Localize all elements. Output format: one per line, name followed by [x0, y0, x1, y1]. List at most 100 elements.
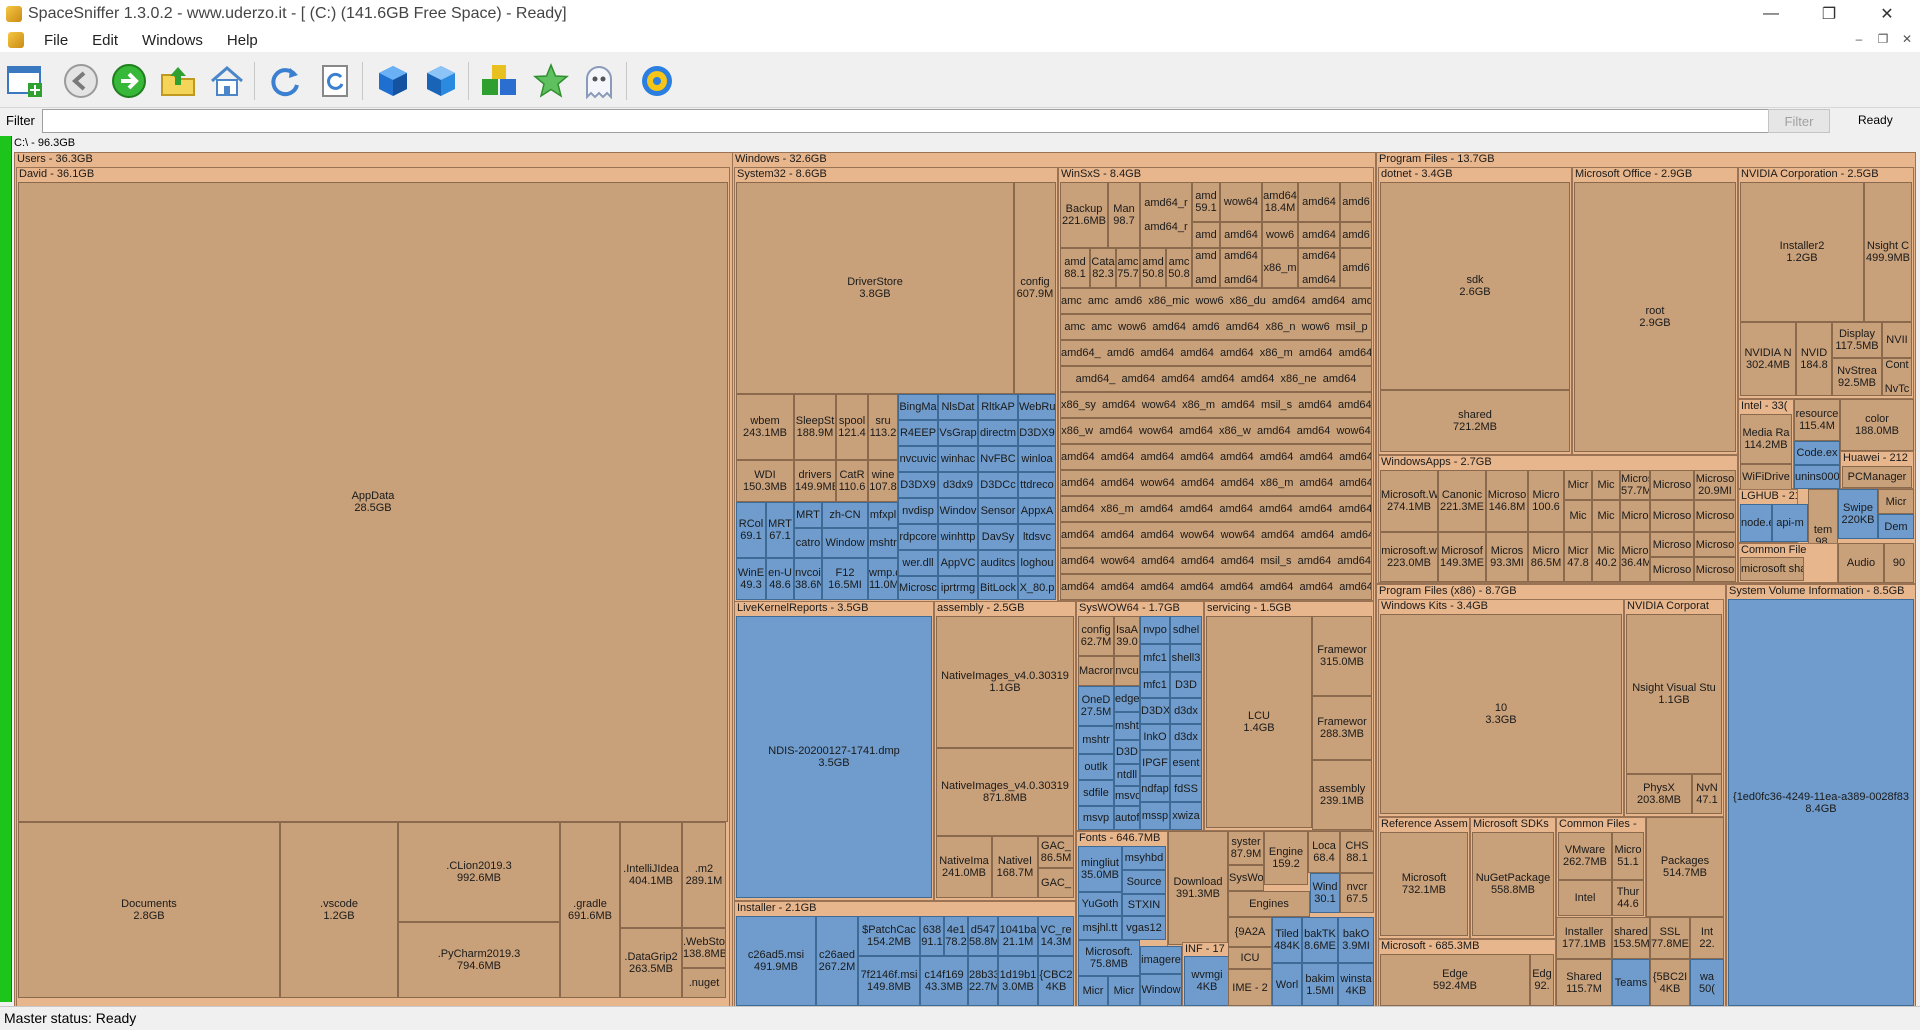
treemap-file[interactable]: fdSS [1170, 776, 1202, 802]
treemap-folder-block[interactable]: microsoft sha [1740, 557, 1804, 581]
treemap-file[interactable]: R4EEP [898, 420, 938, 446]
treemap-folder-block[interactable]: Micro 51.1 [1612, 832, 1644, 880]
treemap-folder-block[interactable]: Microso [1650, 557, 1694, 582]
treemap-file[interactable]: bakTK 8.6ME [1302, 917, 1338, 963]
treemap-folder-block[interactable]: Microso [1650, 500, 1694, 532]
treemap-folder-block[interactable]: Framewor 315.0MB [1312, 616, 1372, 696]
treemap-folder-block[interactable]: .vscode 1.2GB [280, 822, 398, 998]
treemap-file[interactable]: mfc1 [1140, 644, 1170, 672]
treemap-file[interactable]: 638 91.1 [920, 916, 944, 956]
treemap-file[interactable]: directm [978, 420, 1018, 446]
tags-icon[interactable] [478, 60, 520, 102]
treemap-file[interactable]: nvcoi 38.6N [794, 558, 822, 600]
treemap-file[interactable]: d3dx [1170, 724, 1202, 750]
maximize-button[interactable]: ❐ [1800, 0, 1858, 28]
treemap-folder-block[interactable]: sdk 2.6GB [1380, 182, 1570, 390]
zoom-in-cube-icon[interactable] [372, 60, 414, 102]
treemap-file[interactable]: D3D [1114, 740, 1140, 764]
treemap-folder-block[interactable]: Microsoft 732.1MB [1380, 832, 1468, 936]
treemap-file[interactable]: nvcuvic [898, 446, 938, 472]
treemap-file[interactable]: DavSy [978, 524, 1018, 550]
treemap-folder-block[interactable]: amd 50.8 [1140, 248, 1166, 288]
treemap-file[interactable]: api-m [1772, 504, 1808, 542]
treemap-file[interactable]: 1d19b1 3.0MB [998, 956, 1038, 1006]
treemap-file[interactable]: ttdreco [1018, 472, 1056, 498]
treemap-file[interactable]: Micr [1108, 976, 1140, 1006]
treemap-folder-block[interactable]: amd64 wow64 amd64 amd64 amd64 msil_s amd… [1060, 548, 1372, 574]
treemap-file[interactable]: AppxA [1018, 498, 1056, 524]
treemap-folder-block[interactable]: Display 117.5MB [1832, 322, 1882, 358]
treemap-file[interactable]: VsGrap [938, 420, 978, 446]
treemap-folder-block[interactable]: CHS 88.1 [1340, 831, 1374, 873]
treemap-file[interactable]: Dem [1878, 514, 1914, 539]
treemap-folder-block[interactable]: amd amd [1192, 248, 1220, 288]
treemap-folder-block[interactable]: SSL 77.8ME [1650, 917, 1690, 959]
treemap-folder-block[interactable]: ICU [1228, 947, 1272, 969]
mdi-window-icon[interactable] [8, 32, 24, 48]
treemap-folder-block[interactable]: .DataGrip2 263.5MB [620, 928, 682, 998]
treemap-folder-block[interactable]: CatR 110.6 [836, 460, 868, 502]
treemap-file[interactable]: msjhl.tt [1078, 916, 1122, 940]
treemap-folder-block[interactable]: .WebSto 138.8MB [682, 928, 726, 968]
treemap-folder-block[interactable]: config 607.9M [1014, 182, 1056, 394]
treemap-file[interactable]: outlk [1078, 754, 1114, 780]
treemap-file[interactable]: d3dx [1170, 698, 1202, 724]
treemap-file[interactable]: Sensor [978, 498, 1018, 524]
treemap-file[interactable]: ndfap [1140, 776, 1170, 802]
treemap-file[interactable]: {CBC2 4KB [1038, 956, 1074, 1006]
treemap-folder-block[interactable]: SysWo [1228, 865, 1264, 891]
treemap-file[interactable]: wa 50( [1690, 959, 1724, 1006]
treemap-folder-block[interactable]: 10 3.3GB [1380, 614, 1622, 814]
treemap-folder-block[interactable]: Macron [1078, 656, 1114, 686]
treemap-file[interactable]: shell3 [1170, 644, 1202, 672]
treemap-folder-block[interactable]: Man 98.7 [1108, 182, 1140, 248]
treemap-file[interactable]: sdfile [1078, 780, 1114, 806]
treemap-folder-block[interactable]: Microsof 149.3ME [1438, 532, 1486, 582]
treemap-file[interactable]: Worl [1272, 963, 1302, 1006]
treemap-folder-block[interactable]: IsaA 39.0 [1114, 616, 1140, 656]
treemap-folder-block[interactable]: Cata 82.3 [1090, 248, 1116, 288]
minimize-button[interactable]: — [1742, 0, 1800, 28]
treemap-folder-block[interactable]: Nsight C 499.9MB [1864, 182, 1912, 322]
treemap-folder-block[interactable]: config 62.7M [1078, 616, 1114, 656]
treemap-folder-block[interactable]: VMware 262.7MB [1558, 832, 1612, 880]
treemap-folder-block[interactable]: amd6 [1340, 222, 1372, 248]
treemap-folder-block[interactable]: NVID 184.8 [1796, 322, 1832, 396]
treemap-file[interactable]: Tiled 484K [1272, 917, 1302, 963]
treemap-folder-block[interactable]: {9A2A [1228, 917, 1272, 947]
treemap-file[interactable]: Window [1140, 974, 1182, 1006]
treemap-file[interactable]: 7f2146f.msi 149.8MB [858, 956, 920, 1006]
treemap-file[interactable]: mfxpl [868, 502, 898, 528]
treemap-file[interactable]: Microsoft. 75.8MB [1078, 940, 1140, 976]
treemap-folder-block[interactable]: Engines [1228, 891, 1310, 917]
treemap-folder-block[interactable]: GAC_ [1038, 868, 1074, 898]
treemap-folder-block[interactable]: x86_sy amd64 wow64 x86_m amd64 msil_s am… [1060, 392, 1372, 418]
treemap-folder-block[interactable]: WDI 150.3MB [736, 460, 794, 502]
treemap-file[interactable]: MRT 67.1 [766, 502, 794, 558]
treemap-file[interactable]: STXIN [1122, 894, 1166, 916]
treemap-file[interactable]: winhttp [938, 524, 978, 550]
treemap-folder-block[interactable]: shared 153.5M [1612, 917, 1650, 959]
treemap-folder-block[interactable]: IME - 2 [1228, 969, 1272, 1006]
treemap-folder-block[interactable]: Installer2 1.2GB [1740, 182, 1864, 322]
treemap-folder-block[interactable]: PCManager [1842, 466, 1912, 488]
treemap-folder-block[interactable]: .gradle 691.6MB [560, 822, 620, 998]
treemap-file[interactable]: D3DX9 [1018, 420, 1056, 446]
treemap-folder-block[interactable]: Microso [1650, 532, 1694, 557]
treemap-file[interactable]: Windov [938, 498, 978, 524]
refresh-selected-icon[interactable] [314, 60, 356, 102]
treemap-folder-block[interactable]: Micro 100.6 [1528, 470, 1564, 532]
treemap-file[interactable]: D3DCc [978, 472, 1018, 498]
treemap-folder-block[interactable]: NvStrea 92.5MB [1832, 358, 1882, 396]
treemap-file[interactable]: Window [822, 528, 868, 558]
treemap-folder-block[interactable]: resource 115.4M [1794, 399, 1840, 441]
treemap-file[interactable]: X_80.p [1018, 576, 1056, 600]
treemap-folder-block[interactable]: Micr [1564, 470, 1592, 500]
treemap-file[interactable]: YuGoth [1078, 892, 1122, 916]
treemap-folder-block[interactable]: wbem 243.1MB [736, 394, 794, 460]
treemap-folder-block[interactable]: amd64 amd64 amd64 wow64 wow64 amd64 amd6… [1060, 522, 1372, 548]
treemap-file[interactable]: mshtr [868, 528, 898, 558]
treemap-folder-block[interactable]: amd64_ amd6 amd64 amd64 amd64 x86_m amd6… [1060, 340, 1372, 366]
treemap-folder-block[interactable]: amd64 [1298, 182, 1340, 222]
treemap-folder-block[interactable]: Loca 68.4 [1308, 831, 1340, 873]
